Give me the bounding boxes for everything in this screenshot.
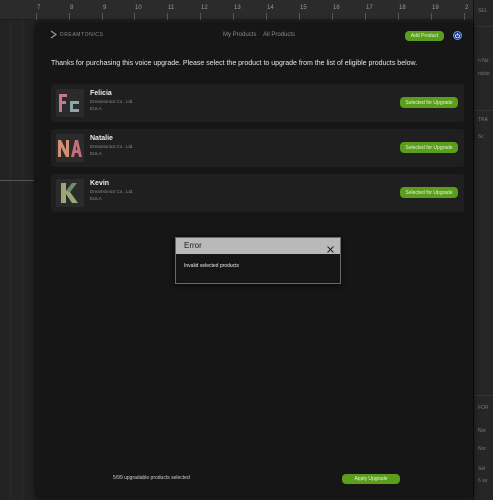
error-dialog-title: Error xyxy=(184,241,202,250)
ruler-tick: 7 xyxy=(37,5,41,11)
selected-count-text: 5/99 upgradable products selected xyxy=(113,475,190,481)
product-company: Dreamtonics Co., Ltd. xyxy=(90,99,134,104)
error-dialog: Error Invalid selected products xyxy=(175,237,341,284)
product-name: Natalie xyxy=(90,135,113,142)
ruler-tick: 2 xyxy=(465,5,469,11)
panel-label: TRA xyxy=(478,117,488,123)
ruler-tick: 12 xyxy=(201,5,208,11)
screen: 7 8 9 10 11 12 13 14 15 16 17 18 19 2 SE… xyxy=(0,0,493,500)
panel-label: Sel xyxy=(478,466,486,472)
brand-logo: DREAMTONICS xyxy=(50,30,103,39)
nav-my-products[interactable]: My Products xyxy=(223,32,256,38)
panel-label: Nor xyxy=(478,446,487,452)
ruler-tick: 14 xyxy=(267,5,274,11)
window-topbar: DREAMTONICS My Products All Products Add… xyxy=(36,24,473,48)
product-company: Dreamtonics Co., Ltd. xyxy=(90,144,134,149)
dreamtonics-logo-icon xyxy=(50,30,57,39)
panel-label: nicke xyxy=(478,71,490,77)
eula-link[interactable]: EULA xyxy=(90,196,102,201)
ruler-tick: 15 xyxy=(300,5,307,11)
right-side-panel: SEL n Na nicke TRA Sc FOR Nor Nor Sel 6 … xyxy=(473,0,493,500)
panel-label[interactable]: Sc xyxy=(478,134,484,140)
intro-text: Thanks for purchasing this voice upgrade… xyxy=(51,60,418,67)
apply-upgrade-button[interactable]: Apply Upgrade xyxy=(342,474,400,484)
select-for-upgrade-button[interactable]: Selected for Upgrade xyxy=(400,142,458,153)
panel-label: n Na xyxy=(478,58,489,64)
brand-name: DREAMTONICS xyxy=(60,31,104,38)
select-for-upgrade-button[interactable]: Selected for Upgrade xyxy=(400,97,458,108)
error-message: Invalid selected products xyxy=(184,263,240,269)
eula-link[interactable]: EULA xyxy=(90,151,102,156)
product-card: Kevin Dreamtonics Co., Ltd. EULA Selecte… xyxy=(51,174,464,212)
timeline-ruler[interactable]: 7 8 9 10 11 12 13 14 15 16 17 18 19 2 xyxy=(0,0,493,20)
panel-label: 6 se xyxy=(478,478,488,484)
power-icon[interactable] xyxy=(453,31,462,40)
product-name: Felicia xyxy=(90,90,112,97)
product-card: Natalie Dreamtonics Co., Ltd. EULA Selec… xyxy=(51,129,464,167)
panel-label: SEL xyxy=(478,8,488,14)
add-product-button[interactable]: Add Product xyxy=(405,31,444,41)
ruler-tick: 19 xyxy=(432,5,439,11)
close-icon[interactable] xyxy=(326,241,335,253)
select-for-upgrade-button[interactable]: Selected for Upgrade xyxy=(400,187,458,198)
piano-roll-area[interactable] xyxy=(0,20,34,500)
product-name: Kevin xyxy=(90,180,110,187)
ruler-tick: 10 xyxy=(135,5,142,11)
panel-label: FOR xyxy=(478,405,489,411)
panel-label: Nor xyxy=(478,428,487,434)
ruler-tick: 9 xyxy=(103,5,107,11)
ruler-tick: 17 xyxy=(366,5,373,11)
product-company: Dreamtonics Co., Ltd. xyxy=(90,189,134,194)
error-dialog-header[interactable]: Error xyxy=(176,238,340,254)
ruler-tick: 16 xyxy=(333,5,340,11)
product-card: Felicia Dreamtonics Co., Ltd. EULA Selec… xyxy=(51,84,464,122)
eula-link[interactable]: EULA xyxy=(90,106,102,111)
product-avatar xyxy=(56,179,84,207)
product-avatar xyxy=(56,89,84,117)
ruler-tick: 11 xyxy=(168,5,175,11)
nav-all-products[interactable]: All Products xyxy=(263,32,295,38)
track-divider xyxy=(0,180,34,181)
ruler-tick: 13 xyxy=(234,5,241,11)
ruler-tick: 18 xyxy=(399,5,406,11)
ruler-tick: 8 xyxy=(70,5,74,11)
product-avatar xyxy=(56,134,84,162)
